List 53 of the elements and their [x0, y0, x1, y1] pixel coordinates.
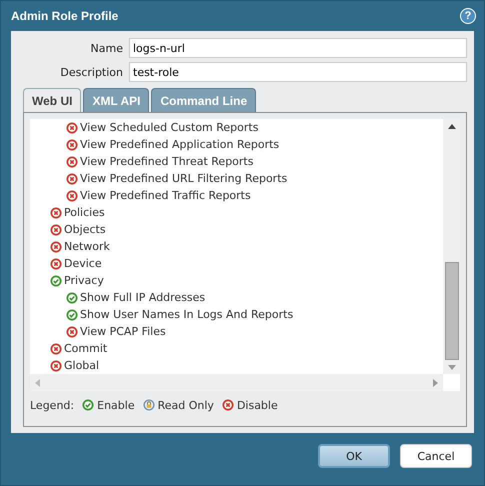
lock-icon [142, 399, 155, 411]
cross-icon [50, 342, 62, 354]
cross-icon [50, 224, 62, 236]
legend-text: Disable [236, 398, 278, 412]
scroll-right-icon[interactable] [433, 378, 438, 386]
cross-icon [50, 258, 62, 270]
scrollbar[interactable] [443, 119, 460, 374]
cross-icon [66, 172, 78, 184]
tree-item[interactable]: View Scheduled Custom Reports [80, 121, 258, 134]
cross-icon [66, 190, 78, 202]
cross-icon [66, 122, 78, 134]
cross-icon [50, 240, 62, 252]
cross-icon [50, 360, 62, 372]
field-label: Description [59, 66, 123, 78]
tree-item[interactable]: View Predefined Application Reports [80, 138, 280, 151]
scroll-left-icon[interactable] [35, 378, 40, 386]
cross-icon [66, 156, 78, 168]
horizontal-scrollbar[interactable] [30, 374, 443, 391]
cross-icon [66, 326, 78, 338]
tree-item[interactable]: View Predefined Traffic Reports [80, 189, 251, 202]
legend-text: Enable [97, 398, 135, 412]
window-title: Admin Role Profile [11, 9, 118, 23]
tree-item[interactable]: View PCAP Files [80, 325, 166, 338]
check-icon [66, 292, 78, 304]
cross-icon [66, 138, 78, 150]
cancel-button[interactable]: Cancel [400, 444, 472, 468]
text-field[interactable]: test-role [129, 62, 467, 82]
scroll-up-icon[interactable] [448, 124, 456, 129]
tree-item[interactable]: Global [64, 359, 100, 372]
tree-item[interactable]: View Predefined URL Filtering Reports [80, 172, 288, 185]
help-button[interactable]: ? [460, 8, 476, 24]
check-icon [50, 274, 62, 286]
tree-item[interactable]: Policies [64, 206, 105, 219]
check-icon [66, 308, 78, 320]
tree-item[interactable]: Device [64, 257, 102, 270]
tab[interactable]: Web UI [23, 88, 82, 112]
legend-text: Read Only [158, 398, 214, 412]
tree-item[interactable]: Commit [64, 342, 108, 355]
tree-item[interactable]: Objects [64, 223, 106, 236]
text-field[interactable]: logs-n-url [129, 38, 467, 58]
tree-item[interactable]: View Predefined Threat Reports [80, 155, 254, 168]
field-label: Name [90, 42, 123, 54]
cross-icon [50, 206, 62, 218]
tree-item[interactable]: Network [64, 240, 110, 253]
ok-button[interactable]: OK [318, 444, 390, 468]
check-icon [82, 399, 94, 411]
tree-item[interactable]: Privacy [64, 274, 104, 287]
tree-item[interactable]: Show Full IP Addresses [80, 291, 206, 304]
scroll-thumb[interactable] [444, 262, 458, 360]
scroll-down-icon[interactable] [448, 365, 456, 370]
legend-label: Legend: [30, 398, 74, 412]
cross-icon [222, 399, 234, 411]
tree-item[interactable]: Show User Names In Logs And Reports [80, 308, 294, 321]
